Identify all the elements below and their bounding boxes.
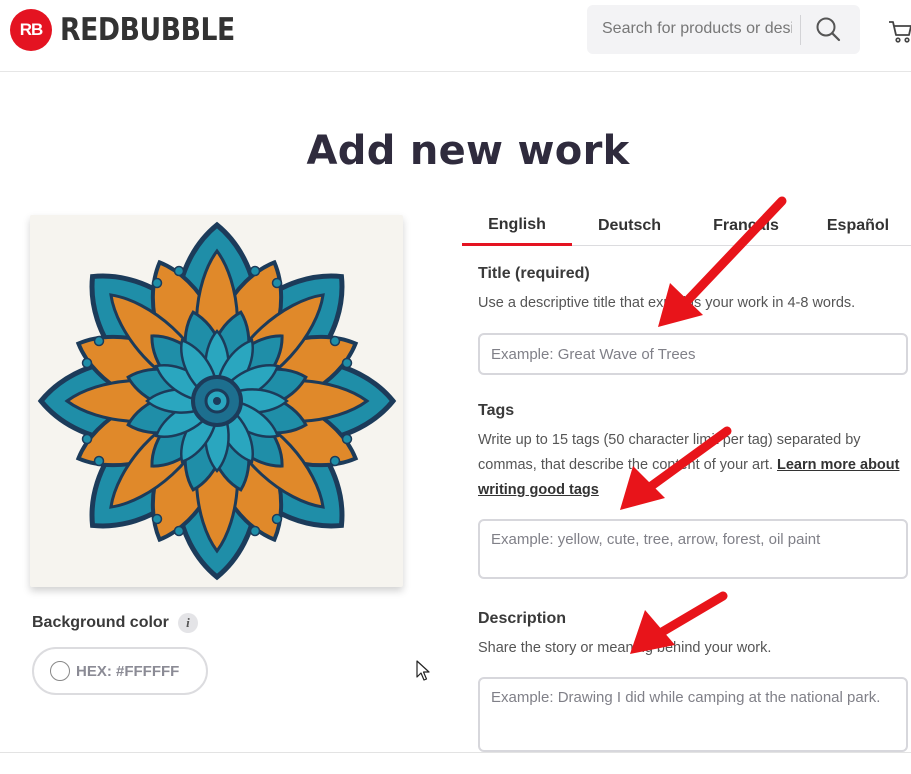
language-tabs: English Deutsch Français Español: [462, 206, 911, 246]
page-divider: [0, 752, 911, 753]
background-color-text: Background color: [32, 614, 169, 631]
color-swatch: [50, 661, 70, 681]
tags-label: Tags: [478, 402, 515, 419]
description-label: Description: [478, 610, 567, 627]
hex-value: HEX: #FFFFFF: [76, 662, 180, 680]
search-icon: [816, 17, 841, 42]
title-input[interactable]: [478, 333, 908, 375]
search-divider: [800, 15, 801, 45]
mandala-artwork-image: [37, 221, 397, 581]
site-header: RB REDBUBBLE: [0, 0, 911, 72]
description-help-text: Share the story or meaning behind your w…: [478, 640, 772, 656]
artwork-preview: [30, 215, 403, 587]
redbubble-logo[interactable]: RB REDBUBBLE: [10, 9, 263, 51]
cart-icon[interactable]: [888, 18, 911, 44]
description-input[interactable]: [478, 677, 908, 752]
tab-english[interactable]: English: [462, 206, 572, 246]
logo-wordmark: REDBUBBLE: [60, 12, 235, 48]
title-label: Title (required): [478, 265, 590, 282]
tags-help-text: Write up to 15 tags (50 character limit …: [478, 428, 903, 503]
tab-francais[interactable]: Français: [687, 206, 805, 246]
search-bar: [587, 5, 860, 54]
tab-deutsch[interactable]: Deutsch: [572, 206, 687, 246]
mouse-cursor-icon: [416, 660, 430, 681]
tab-espanol[interactable]: Español: [805, 206, 911, 246]
background-color-picker[interactable]: HEX: #FFFFFF: [32, 647, 208, 695]
info-icon[interactable]: i: [177, 613, 198, 633]
search-input[interactable]: [602, 20, 792, 38]
logo-badge: RB: [10, 9, 52, 51]
search-button[interactable]: [813, 15, 843, 45]
title-help-text: Use a descriptive title that explains yo…: [478, 295, 856, 311]
tags-input[interactable]: [478, 519, 908, 579]
background-color-label: Background color i: [32, 613, 198, 633]
page-title: Add new work: [306, 128, 630, 174]
